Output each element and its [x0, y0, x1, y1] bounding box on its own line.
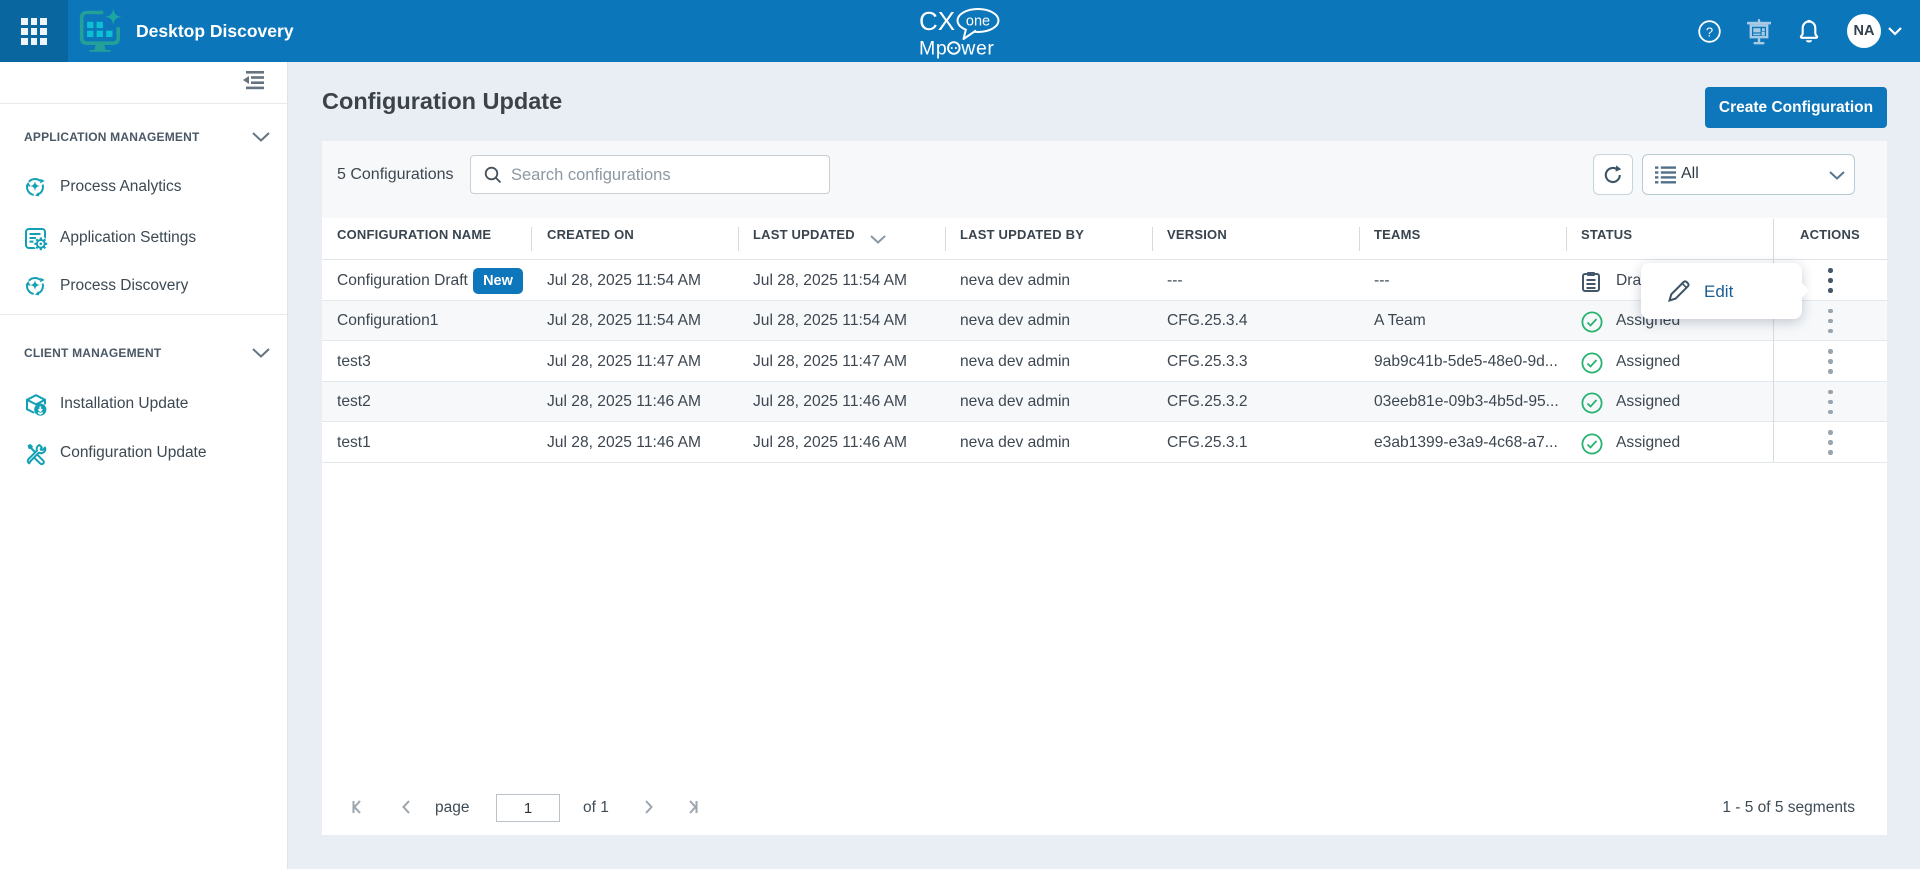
- svg-text:Mp: Mp: [919, 38, 947, 60]
- svg-text:wer: wer: [960, 38, 994, 60]
- svg-text:one: one: [966, 14, 990, 30]
- svg-text:CX: CX: [919, 7, 955, 36]
- svg-text:?: ?: [1706, 24, 1713, 39]
